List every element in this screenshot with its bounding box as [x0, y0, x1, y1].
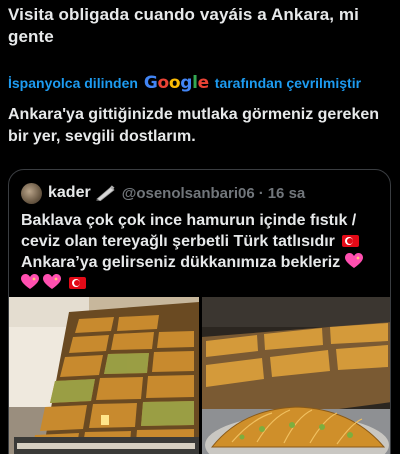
sparkling-heart-icon	[21, 274, 39, 289]
translation-text: Ankara'ya gittiğinizde mutlaka görmeniz …	[8, 106, 380, 145]
quoted-post-text: Baklava çok çok ince hamurun içinde fıst…	[21, 210, 381, 294]
translated-prefix: İspanyolca dilinden	[8, 75, 138, 91]
pen-icon	[95, 185, 115, 201]
quoted-author-handle[interactable]: @osenolsanbari06	[122, 185, 255, 202]
quoted-text-line2: Ankara’ya gelirseniz dükkanımıza bekleri…	[21, 254, 341, 271]
translated-by-google-link[interactable]: İspanyolca dilinden Google tarafından çe…	[8, 74, 361, 92]
quoted-text-line1: Baklava çok çok ince hamurun içinde fıst…	[21, 212, 357, 250]
quoted-post-header: kader @osenolsanbari06 · 16 sa	[21, 182, 305, 204]
google-logo: Google	[143, 73, 209, 93]
turkey-flag-icon	[68, 277, 86, 289]
post-text: Visita obligada cuando vayáis a Ankara, …	[8, 5, 359, 46]
quoted-author-name[interactable]: kader	[48, 184, 91, 202]
sparkling-heart-icon	[43, 274, 62, 289]
baklava-trays-photo[interactable]	[202, 297, 390, 454]
quoted-post-time[interactable]: 16 sa	[268, 185, 306, 202]
avatar[interactable]	[21, 182, 42, 204]
quoted-post-card[interactable]: kader @osenolsanbari06 · 16 sa Baklava ç…	[8, 169, 391, 454]
sparkling-heart-icon	[344, 253, 363, 268]
separator-dot: ·	[258, 184, 264, 202]
turkey-flag-icon	[342, 235, 360, 247]
translated-suffix: tarafından çevrilmiştir	[214, 75, 362, 91]
baklava-shop-display-photo[interactable]	[9, 297, 199, 454]
